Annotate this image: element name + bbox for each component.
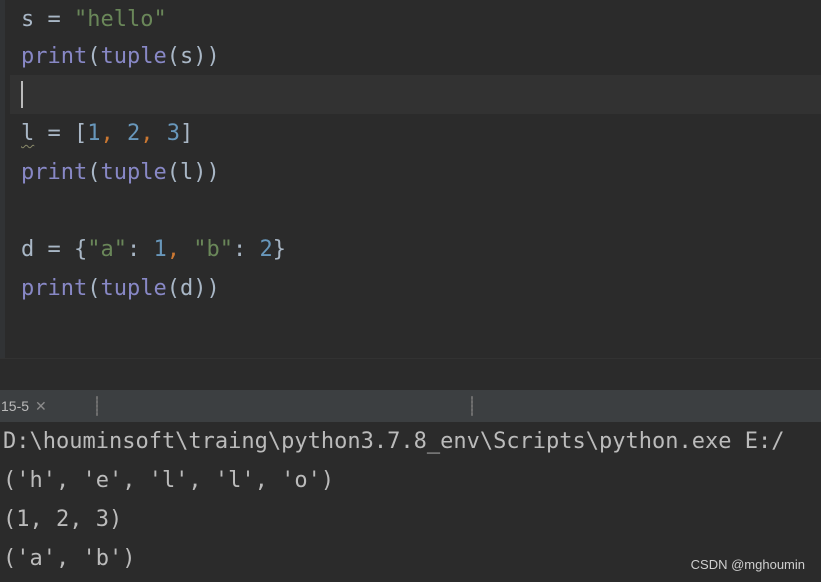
brace: } — [272, 237, 286, 262]
print-function: print — [21, 160, 88, 185]
console-line: ('h', 'e', 'l', 'l', 'o') — [3, 468, 335, 493]
paren: ( — [87, 160, 101, 185]
number-literal: 3 — [166, 121, 180, 146]
text-caret — [21, 81, 23, 108]
code-line-7[interactable]: d = {"a": 1, "b": 2} — [21, 230, 286, 269]
paren: ( — [166, 160, 180, 185]
assign-operator: = — [34, 7, 74, 32]
panel-splitter[interactable] — [0, 358, 821, 391]
paren: ( — [87, 44, 101, 69]
watermark: CSDN @mghoumin — [690, 557, 805, 572]
print-function: print — [21, 44, 88, 69]
number-literal: 2 — [259, 237, 273, 262]
string-literal: "b" — [193, 237, 233, 262]
run-tab-label: 15-5 — [1, 398, 30, 414]
number-literal: 2 — [127, 121, 141, 146]
comma: , — [140, 121, 167, 146]
console-line: ('a', 'b') — [3, 546, 136, 571]
paren: )) — [193, 44, 220, 69]
variable-l: l — [21, 121, 35, 146]
colon: : — [127, 237, 154, 262]
argument: l — [179, 160, 194, 185]
paren: ( — [87, 276, 101, 301]
tuple-function: tuple — [100, 44, 167, 69]
string-literal: "hello" — [74, 7, 167, 32]
drag-handle-icon[interactable] — [96, 396, 98, 416]
paren: ( — [166, 44, 180, 69]
tuple-function: tuple — [100, 276, 167, 301]
code-line-1[interactable]: s = "hello" — [21, 0, 167, 39]
console-line: (1, 2, 3) — [3, 507, 123, 532]
drag-handle-icon[interactable] — [471, 396, 473, 416]
variable-d: d — [21, 237, 35, 262]
number-literal: 1 — [87, 121, 101, 146]
bracket: [ — [74, 121, 88, 146]
current-line-highlight — [10, 75, 821, 114]
bracket: ] — [180, 121, 194, 146]
code-line-5[interactable]: print(tuple(l)) — [21, 153, 220, 192]
tuple-function: tuple — [100, 160, 167, 185]
variable-s: s — [21, 7, 35, 32]
string-literal: "a" — [87, 237, 127, 262]
number-literal: 1 — [153, 237, 167, 262]
brace: { — [74, 237, 88, 262]
comma: , — [100, 121, 127, 146]
assign-operator: = — [34, 237, 74, 262]
print-function: print — [21, 276, 88, 301]
run-console-output[interactable]: D:\houminsoft\traing\python3.7.8_env\Scr… — [0, 422, 821, 582]
paren: )) — [193, 160, 220, 185]
colon: : — [233, 237, 260, 262]
assign-operator: = — [34, 121, 74, 146]
console-line: D:\houminsoft\traing\python3.7.8_env\Scr… — [3, 429, 785, 454]
paren: )) — [193, 276, 220, 301]
run-tab-bar: 15-5 ✕ — [0, 390, 821, 423]
comma: , — [166, 237, 194, 262]
code-editor[interactable]: s = "hello" print(tuple(s)) l = [1, 2, 3… — [0, 0, 821, 358]
argument: s — [179, 44, 194, 69]
paren: ( — [166, 276, 180, 301]
argument: d — [179, 276, 194, 301]
code-line-2[interactable]: print(tuple(s)) — [21, 37, 220, 76]
code-line-8[interactable]: print(tuple(d)) — [21, 269, 220, 308]
run-tab[interactable]: 15-5 ✕ — [0, 390, 47, 422]
code-line-4[interactable]: l = [1, 2, 3] — [21, 114, 193, 153]
close-icon[interactable]: ✕ — [35, 390, 47, 422]
